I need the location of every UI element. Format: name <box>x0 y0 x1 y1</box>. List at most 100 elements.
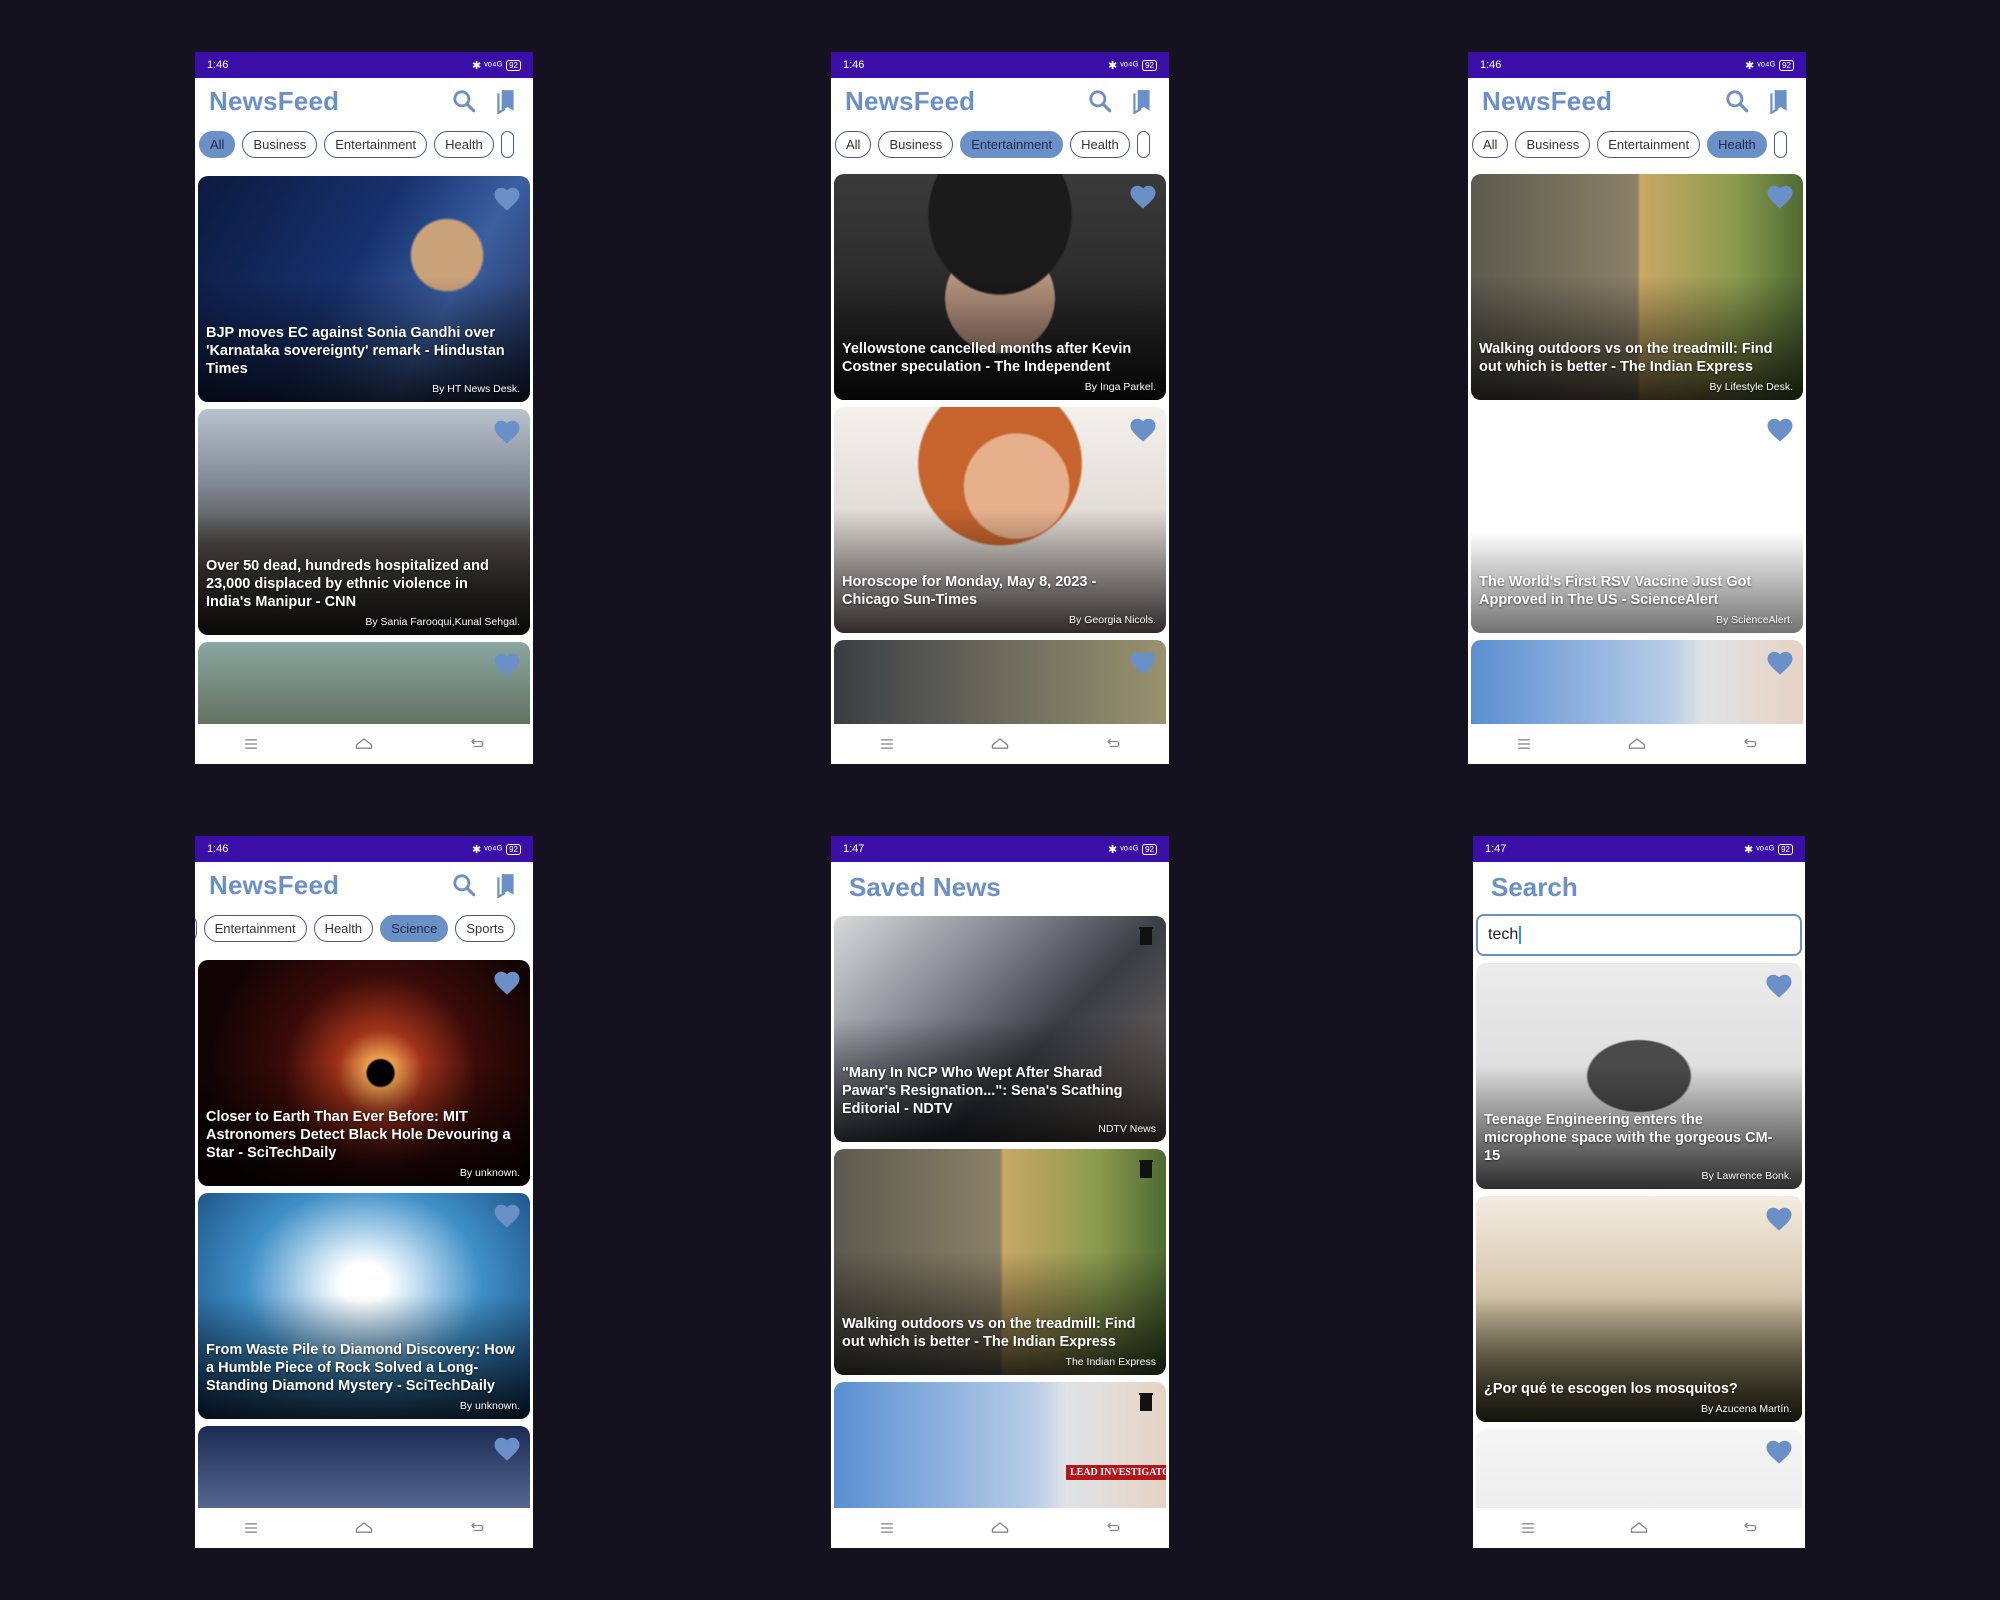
search-results: Teenage Engineering enters the microphon… <box>1476 963 1802 1548</box>
news-author: By Lifestyle Desk. <box>1709 381 1793 393</box>
search-icon[interactable] <box>1724 88 1750 114</box>
battery-icon: 92 <box>506 59 521 71</box>
news-card[interactable]: Walking outdoors vs on the treadmill: Fi… <box>834 1149 1166 1375</box>
app-bar: NewsFeed <box>831 78 1169 124</box>
menu-icon[interactable] <box>877 1518 897 1538</box>
news-headline: Teenage Engineering enters the microphon… <box>1484 1112 1773 1164</box>
chip-entertainment[interactable]: Entertainment <box>203 914 307 942</box>
news-card[interactable]: ¿Por qué te escogen los mosquitos? By Az… <box>1476 1196 1802 1422</box>
chip-health[interactable]: Health <box>434 130 494 158</box>
status-bar: 1:46 ✱ ᵛᵒ⁴ᴳ 92 <box>831 52 1169 78</box>
home-icon[interactable] <box>352 734 376 754</box>
heart-icon[interactable] <box>1765 648 1795 678</box>
heart-icon[interactable] <box>492 417 522 447</box>
heart-icon[interactable] <box>1128 415 1158 445</box>
home-icon[interactable] <box>352 1518 376 1538</box>
news-author: By Sania Farooqui,Kunal Sehgal. <box>365 616 520 628</box>
news-card[interactable]: Yellowstone cancelled months after Kevin… <box>834 174 1166 400</box>
menu-icon[interactable] <box>877 734 897 754</box>
heart-icon[interactable] <box>1764 971 1794 1001</box>
home-icon[interactable] <box>1625 734 1649 754</box>
bookmark-icon[interactable] <box>1129 88 1155 114</box>
chip-entertainment[interactable]: Entertainment <box>960 130 1064 158</box>
chip-business[interactable]: Business <box>1515 130 1591 158</box>
back-icon[interactable] <box>467 734 487 754</box>
back-icon[interactable] <box>467 1518 487 1538</box>
news-headline: Walking outdoors vs on the treadmill: Fi… <box>842 1316 1136 1350</box>
page-title: Search <box>1491 872 1578 902</box>
news-card[interactable]: Teenage Engineering enters the microphon… <box>1476 963 1802 1189</box>
trash-icon[interactable] <box>1134 1157 1158 1181</box>
news-card[interactable]: Horoscope for Monday, May 8, 2023 - Chic… <box>834 407 1166 633</box>
home-icon[interactable] <box>988 734 1012 754</box>
chip-all[interactable]: All <box>835 130 872 158</box>
trash-icon[interactable] <box>1134 924 1158 948</box>
search-icon[interactable] <box>451 88 477 114</box>
news-card[interactable]: BJP moves EC against Sonia Gandhi over '… <box>198 176 530 402</box>
menu-icon[interactable] <box>241 1518 261 1538</box>
heart-icon[interactable] <box>492 968 522 998</box>
news-headline: Horoscope for Monday, May 8, 2023 - Chic… <box>842 574 1097 608</box>
search-input[interactable]: tech <box>1476 914 1802 956</box>
chip-business[interactable]: Business <box>878 130 954 158</box>
home-icon[interactable] <box>1627 1518 1651 1538</box>
system-nav-bar <box>831 1508 1169 1548</box>
heart-icon[interactable] <box>492 650 522 680</box>
chip-health[interactable]: Health <box>313 914 374 942</box>
status-bar: 1:46 ✱ ᵛᵒ⁴ᴳ 92 <box>195 52 533 78</box>
menu-icon[interactable] <box>1514 734 1534 754</box>
chip-more[interactable] <box>1773 130 1788 158</box>
image-caption-badge: LEAD INVESTIGATO <box>1066 1465 1166 1480</box>
chip-business[interactable]: Business <box>242 130 318 158</box>
chip-all[interactable]: All <box>1472 130 1509 158</box>
search-icon[interactable] <box>451 872 477 898</box>
chip-entertainment[interactable]: Entertainment <box>324 130 428 158</box>
heart-icon[interactable] <box>1764 1204 1794 1234</box>
trash-icon[interactable] <box>1134 1390 1158 1414</box>
news-card[interactable]: From Waste Pile to Diamond Discovery: Ho… <box>198 1193 530 1419</box>
news-card[interactable]: "Many In NCP Who Wept After Sharad Pawar… <box>834 916 1166 1142</box>
heart-icon[interactable] <box>1765 182 1795 212</box>
chip-more[interactable] <box>500 130 515 158</box>
chip-health[interactable]: Health <box>1070 130 1130 158</box>
heart-icon[interactable] <box>1764 1437 1794 1467</box>
heart-icon[interactable] <box>492 1201 522 1231</box>
back-icon[interactable] <box>1103 734 1123 754</box>
chip-entertainment[interactable]: Entertainment <box>1597 130 1701 158</box>
news-card[interactable]: The World's First RSV Vaccine Just Got A… <box>1471 407 1803 633</box>
heart-icon[interactable] <box>492 1434 522 1464</box>
heart-icon[interactable] <box>1765 415 1795 445</box>
bookmark-icon[interactable] <box>493 88 519 114</box>
news-author: By Lawrence Bonk. <box>1701 1170 1792 1182</box>
news-headline: BJP moves EC against Sonia Gandhi over '… <box>206 325 505 377</box>
search-icon[interactable] <box>1087 88 1113 114</box>
menu-icon[interactable] <box>241 734 261 754</box>
heart-icon[interactable] <box>1128 182 1158 212</box>
status-bar: 1:46 ✱ ᵛᵒ⁴ᴳ 92 <box>1468 52 1806 78</box>
bookmark-icon[interactable] <box>493 872 519 898</box>
news-card[interactable]: Closer to Earth Than Ever Before: MIT As… <box>198 960 530 1186</box>
chip-partial[interactable] <box>195 914 197 942</box>
home-icon[interactable] <box>988 1518 1012 1538</box>
back-icon[interactable] <box>1740 734 1760 754</box>
status-time: 1:46 <box>207 843 229 855</box>
menu-icon[interactable] <box>1518 1518 1538 1538</box>
news-card[interactable]: Walking outdoors vs on the treadmill: Fi… <box>1471 174 1803 400</box>
heart-icon[interactable] <box>492 184 522 214</box>
chip-more[interactable] <box>1136 130 1151 158</box>
chip-sports[interactable]: Sports <box>455 914 515 942</box>
news-card[interactable]: Over 50 dead, hundreds hospitalized and … <box>198 409 530 635</box>
chip-health[interactable]: Health <box>1707 130 1767 158</box>
chip-all[interactable]: All <box>199 130 236 158</box>
news-headline: Walking outdoors vs on the treadmill: Fi… <box>1479 341 1773 375</box>
phone-screen-search: 1:47 ✱ ᵛᵒ⁴ᴳ 92 Search tech Teenage Engine… <box>1473 836 1805 1548</box>
news-source: The Indian Express <box>1065 1356 1156 1368</box>
back-icon[interactable] <box>1740 1518 1760 1538</box>
phone-screen-health: 1:46 ✱ ᵛᵒ⁴ᴳ 92 NewsFeed All Business Ente… <box>1468 52 1806 764</box>
back-icon[interactable] <box>1103 1518 1123 1538</box>
bookmark-icon[interactable] <box>1766 88 1792 114</box>
chip-science[interactable]: Science <box>380 914 449 942</box>
heart-icon[interactable] <box>1128 648 1158 678</box>
system-nav-bar <box>195 1508 533 1548</box>
status-time: 1:46 <box>207 59 229 71</box>
